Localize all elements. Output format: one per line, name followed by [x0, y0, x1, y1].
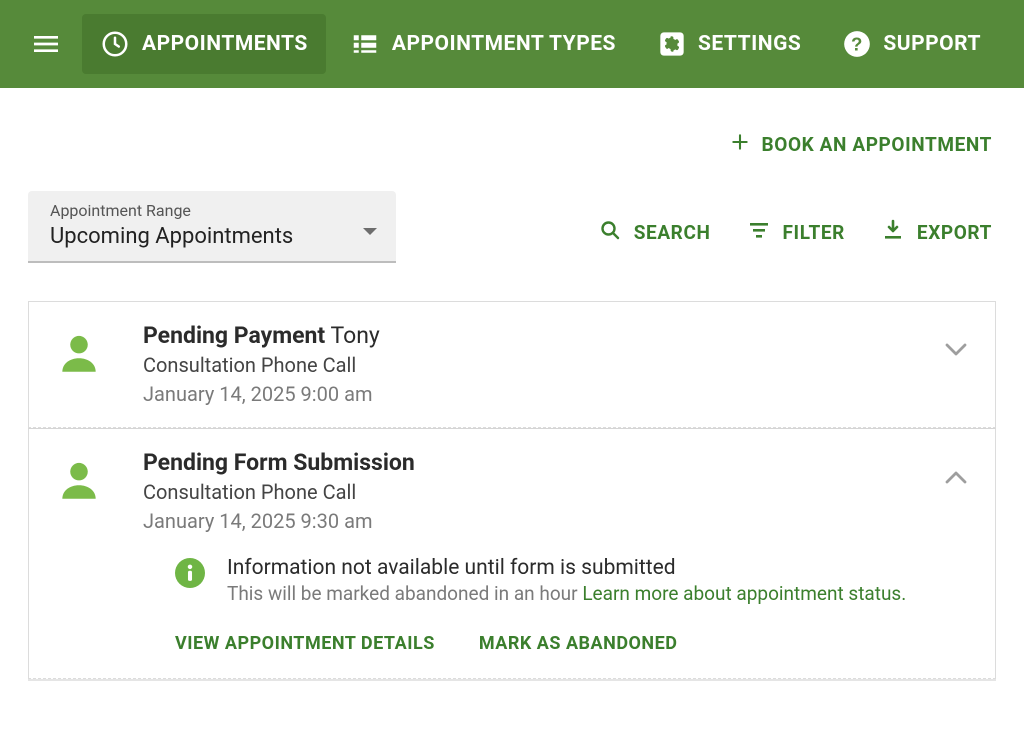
nav-support[interactable]: ? SUPPORT — [825, 14, 999, 74]
book-row: BOOK AN APPOINTMENT — [28, 112, 996, 157]
filter-icon — [747, 218, 771, 247]
appointments-list: Pending Payment Tony Consultation Phone … — [28, 301, 996, 681]
caret-down-icon — [362, 222, 378, 249]
filter-label: FILTER — [783, 221, 845, 244]
avatar-icon — [47, 447, 111, 505]
toolbar-actions: SEARCH FILTER EXPORT — [598, 218, 992, 263]
plus-icon — [730, 132, 750, 157]
svg-text:?: ? — [851, 33, 863, 54]
appointment-summary: Pending Form Submission Consultation Pho… — [143, 447, 913, 536]
appointment-status: Pending Form Submission — [143, 449, 415, 476]
export-label: EXPORT — [917, 221, 992, 244]
info-subtext: This will be marked abandoned in an hour… — [227, 582, 906, 605]
search-label: SEARCH — [634, 221, 711, 244]
appointment-summary: Pending Payment Tony Consultation Phone … — [143, 320, 913, 409]
search-button[interactable]: SEARCH — [598, 218, 711, 247]
help-icon: ? — [843, 30, 871, 58]
appointment-card: Pending Form Submission Consultation Pho… — [28, 428, 996, 679]
range-value: Upcoming Appointments — [50, 224, 293, 249]
nav-settings[interactable]: SETTINGS — [640, 14, 819, 74]
list-icon — [350, 29, 380, 59]
menu-button[interactable] — [16, 14, 76, 74]
appointment-status: Pending Payment — [143, 322, 325, 349]
gear-icon — [658, 30, 686, 58]
chevron-up-icon — [945, 447, 967, 488]
appointment-title: Pending Form Submission — [143, 447, 913, 478]
range-text: Appointment Range Upcoming Appointments — [50, 201, 293, 249]
card-actions: VIEW APPOINTMENT DETAILS MARK AS ABANDON… — [175, 633, 967, 654]
clock-icon — [100, 29, 130, 59]
nav-label: APPOINTMENTS — [142, 32, 308, 56]
mark-abandoned-button[interactable]: MARK AS ABANDONED — [479, 633, 678, 654]
book-appointment-button[interactable]: BOOK AN APPOINTMENT — [730, 132, 992, 157]
info-title: Information not available until form is … — [227, 556, 906, 580]
nav-appointment-types[interactable]: APPOINTMENT TYPES — [332, 14, 634, 74]
nav-label: APPOINTMENT TYPES — [392, 32, 616, 56]
appointment-datetime: January 14, 2025 9:30 am — [143, 507, 913, 536]
hamburger-icon — [30, 28, 62, 60]
appointment-type: Consultation Phone Call — [143, 351, 913, 380]
content-area: BOOK AN APPOINTMENT Appointment Range Up… — [0, 88, 1024, 681]
download-icon — [881, 218, 905, 247]
nav-label: SUPPORT — [883, 32, 981, 56]
appointment-range-select[interactable]: Appointment Range Upcoming Appointments — [28, 191, 396, 263]
avatar-icon — [47, 320, 111, 378]
appointment-datetime: January 14, 2025 9:00 am — [143, 380, 913, 409]
info-sub-prefix: This will be marked abandoned in an hour — [227, 582, 582, 605]
appointment-type: Consultation Phone Call — [143, 478, 913, 507]
chevron-down-icon — [945, 320, 967, 361]
nav-appointments[interactable]: APPOINTMENTS — [82, 14, 326, 74]
range-label: Appointment Range — [50, 201, 293, 220]
top-nav: APPOINTMENTS APPOINTMENT TYPES SETTINGS … — [0, 0, 1024, 88]
appointment-card-header[interactable]: Pending Form Submission Consultation Pho… — [29, 429, 995, 554]
nav-label: SETTINGS — [698, 32, 801, 56]
info-icon — [175, 558, 205, 588]
filter-button[interactable]: FILTER — [747, 218, 845, 247]
list-divider — [28, 679, 996, 681]
appointment-expansion: Information not available until form is … — [29, 554, 995, 678]
appointment-name: Tony — [330, 322, 379, 349]
appointment-card: Pending Payment Tony Consultation Phone … — [28, 301, 996, 428]
appointment-card-header[interactable]: Pending Payment Tony Consultation Phone … — [29, 302, 995, 427]
info-text: Information not available until form is … — [227, 556, 906, 605]
view-details-button[interactable]: VIEW APPOINTMENT DETAILS — [175, 633, 435, 654]
export-button[interactable]: EXPORT — [881, 218, 992, 247]
info-banner: Information not available until form is … — [175, 556, 967, 605]
filter-row: Appointment Range Upcoming Appointments … — [28, 191, 996, 263]
appointment-title: Pending Payment Tony — [143, 320, 913, 351]
book-label: BOOK AN APPOINTMENT — [762, 133, 992, 156]
learn-more-link[interactable]: Learn more about appointment status. — [582, 582, 906, 605]
search-icon — [598, 218, 622, 247]
